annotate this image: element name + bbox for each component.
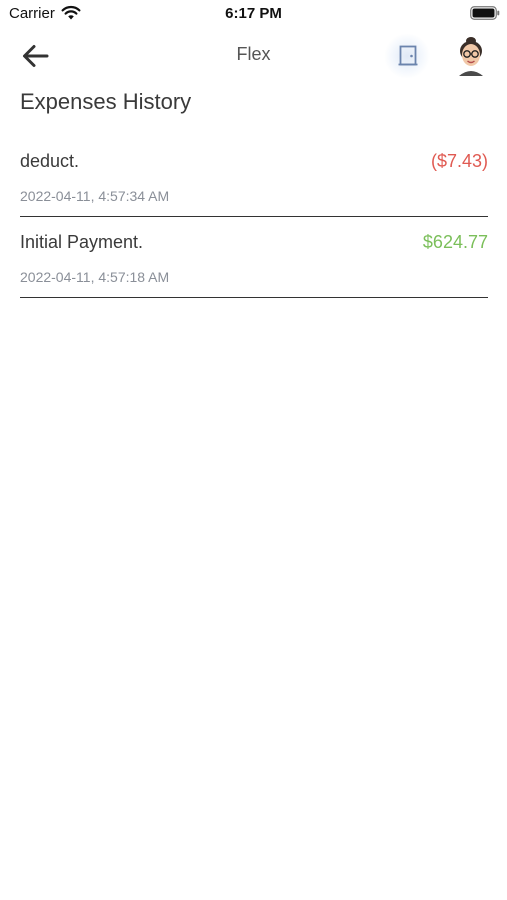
expense-description: Initial Payment. bbox=[20, 232, 144, 252]
expense-date: 2022-04-11, 4:57:34 AM bbox=[20, 188, 170, 204]
expense-description: deduct. bbox=[20, 151, 80, 171]
nav-bar: Flex bbox=[0, 28, 507, 84]
expense-row[interactable]: deduct. ($7.43) 2022-04-11, 4:57:34 AM bbox=[20, 136, 488, 217]
expense-amount: ($7.43) bbox=[430, 151, 488, 171]
expense-amount: $624.77 bbox=[422, 232, 488, 252]
user-avatar-icon bbox=[459, 37, 483, 76]
status-time: 6:17 PM bbox=[225, 5, 282, 22]
exit-button[interactable] bbox=[384, 34, 430, 78]
status-bar: Carrier 6:17 PM bbox=[0, 0, 507, 28]
nav-title: Flex bbox=[236, 44, 271, 64]
expense-row[interactable]: Initial Payment. $624.77 2022-04-11, 4:5… bbox=[20, 217, 488, 298]
page-title: Expenses History bbox=[20, 89, 192, 114]
door-icon bbox=[398, 45, 418, 66]
battery-icon bbox=[470, 6, 500, 20]
expense-list: deduct. ($7.43) 2022-04-11, 4:57:34 AM I… bbox=[20, 136, 488, 298]
expense-date: 2022-04-11, 4:57:18 AM bbox=[20, 269, 170, 285]
avatar[interactable] bbox=[454, 36, 488, 76]
